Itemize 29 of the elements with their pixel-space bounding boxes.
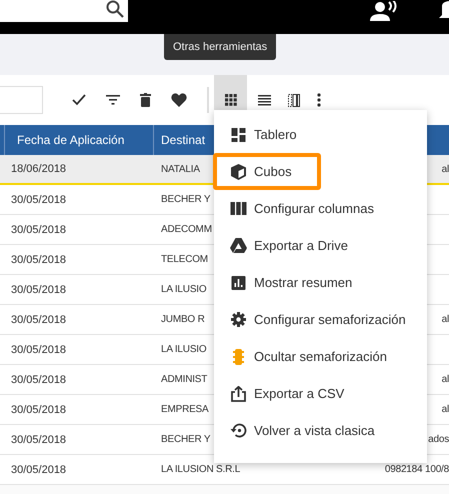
table-cell: 30/05/2018 (11, 404, 66, 416)
table-cell: 30/05/2018 (11, 434, 66, 446)
table-cell: TELECOM (161, 254, 208, 265)
table-cell: LA ILUSION S.R.L (161, 464, 240, 475)
table-cell: JUMBO R (161, 314, 205, 325)
table-cell: 30/05/2018 (11, 314, 66, 326)
table-cell: al (442, 404, 449, 415)
table-cell: 0982184 100/8 (384, 464, 449, 475)
table-cell: al (442, 164, 449, 174)
table-cell: 30/05/2018 (11, 254, 66, 266)
table-cell: ADECOMM (161, 224, 212, 235)
table-cell: LA ILUSIO (161, 284, 206, 295)
table-cell: 30/05/2018 (11, 224, 66, 236)
table-cell: EMPRESA (161, 404, 209, 415)
table-cell: ADMINIST (161, 374, 208, 385)
table-cell: NATALIA (161, 164, 200, 174)
table-cell: 30/05/2018 (11, 284, 66, 296)
table-cell: ados (428, 434, 449, 445)
table-cell: 30/05/2018 (11, 374, 66, 386)
table-cell: LA ILUSIO (161, 344, 206, 355)
table-cell: 18/06/2018 (11, 163, 66, 175)
tooltip: Otras herramientas (164, 34, 276, 60)
table-cell: al (442, 314, 449, 325)
table-cell: al (442, 374, 449, 385)
table-cell: BECHER Y (161, 434, 210, 445)
table-cell: 30/05/2018 (11, 344, 66, 356)
table-cell: BECHER Y (161, 194, 210, 205)
table-cell: 30/05/2018 (11, 194, 66, 206)
table-cell: 30/05/2018 (11, 464, 66, 476)
